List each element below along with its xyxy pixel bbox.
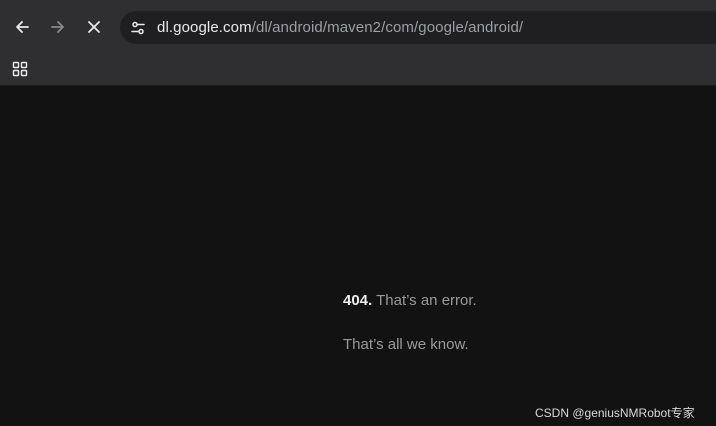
error-code: 404. xyxy=(343,292,373,309)
apps-grid-icon xyxy=(12,61,28,77)
stop-loading-button[interactable] xyxy=(80,11,108,43)
browser-window: dl.google.com/dl/android/maven2/com/goog… xyxy=(0,0,716,426)
arrow-left-icon xyxy=(16,21,29,33)
arrow-right-icon xyxy=(51,21,64,33)
apps-button[interactable] xyxy=(10,59,30,79)
browser-toolbar: dl.google.com/dl/android/maven2/com/goog… xyxy=(0,0,716,54)
error-message: That’s an error. xyxy=(372,292,477,309)
error-heading: 404. That’s an error. xyxy=(343,292,477,309)
url-host: dl.google.com xyxy=(157,19,252,36)
url-text[interactable]: dl.google.com/dl/android/maven2/com/goog… xyxy=(157,19,523,36)
watermark-text: CSDN @geniusNMRobot专家 xyxy=(535,406,695,420)
page-content: 404. That’s an error. That’s all we know… xyxy=(0,86,716,426)
address-bar[interactable]: dl.google.com/dl/android/maven2/com/goog… xyxy=(120,11,716,44)
tune-icon xyxy=(131,21,145,34)
url-path: /dl/android/maven2/com/google/android/ xyxy=(251,19,524,36)
bookmarks-bar xyxy=(0,54,716,86)
forward-button[interactable] xyxy=(44,11,72,43)
close-icon xyxy=(88,21,100,33)
back-button[interactable] xyxy=(8,11,36,43)
error-detail: That’s all we know. xyxy=(343,336,469,353)
site-info-button[interactable] xyxy=(127,17,149,39)
